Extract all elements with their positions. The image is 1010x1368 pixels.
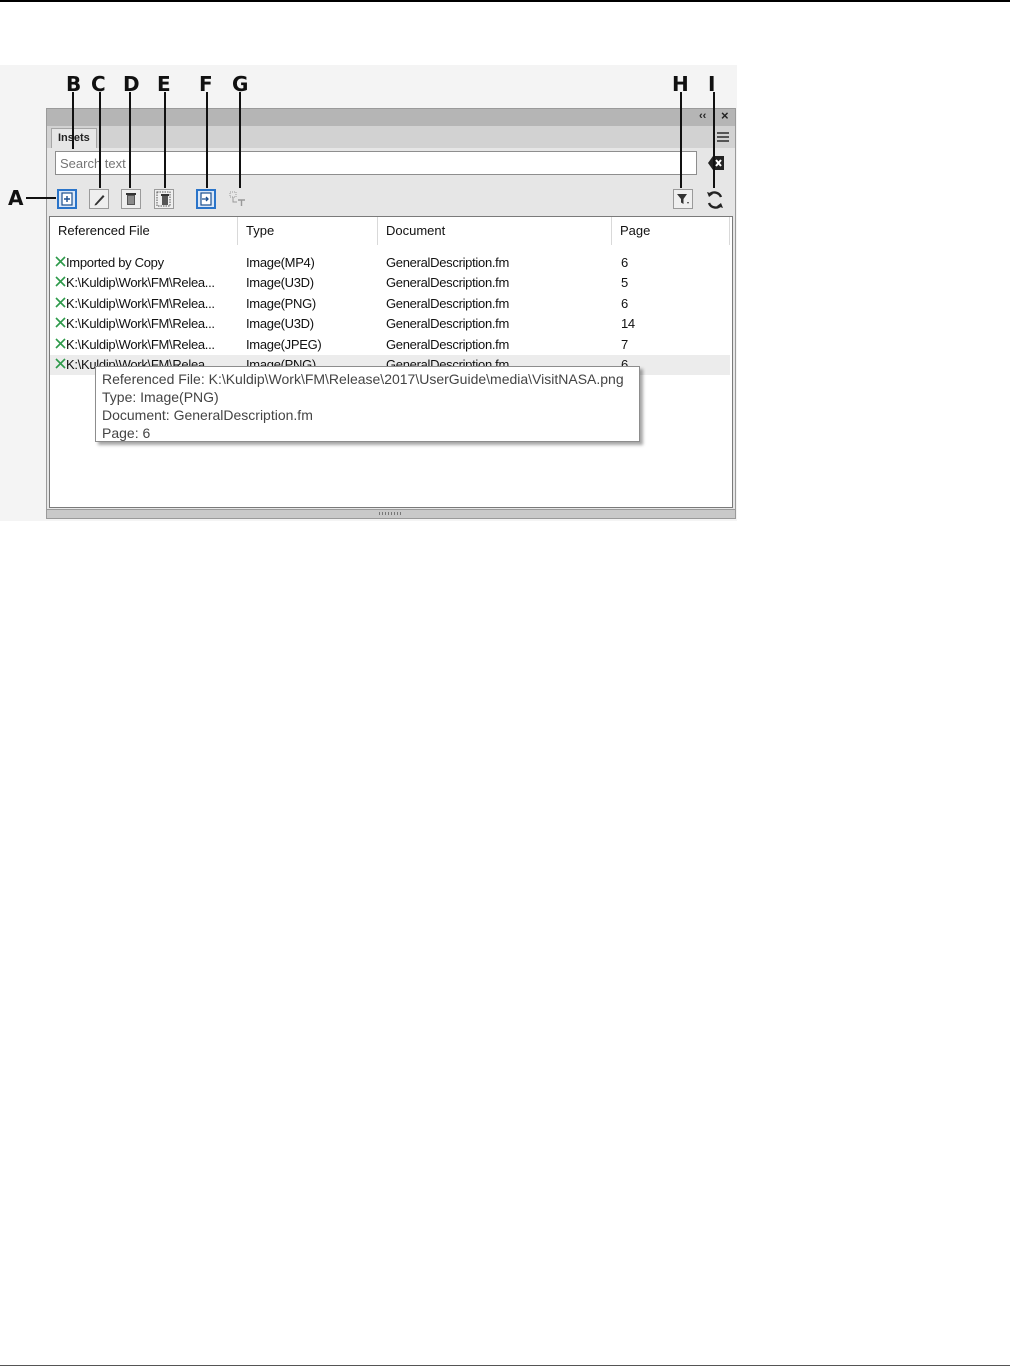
cell-page: 6: [621, 255, 628, 270]
leader-c: [99, 92, 101, 188]
tooltip-type: Type: Image(PNG): [102, 389, 219, 405]
cell-page: 5: [621, 275, 628, 291]
cell-file: K:\Kuldip\Work\FM\Relea...: [66, 316, 215, 332]
table-row[interactable]: Imported by Copy Image(MP4) GeneralDescrip…: [50, 253, 730, 273]
delete-icon[interactable]: [121, 189, 141, 209]
cell-page: 6: [621, 295, 628, 311]
edit-icon[interactable]: [89, 189, 109, 209]
cell-type: Image(U3D): [246, 275, 314, 291]
cell-type: Image(MP4): [246, 255, 315, 270]
collapse-button[interactable]: ‹‹: [699, 110, 706, 122]
delete-all-icon[interactable]: [154, 189, 174, 209]
cell-file: K:\Kuldip\Work\FM\Relea...: [66, 275, 215, 291]
cell-page: 14: [621, 316, 635, 332]
leader-e: [164, 92, 166, 188]
cell-document: GeneralDescription.fm: [386, 295, 510, 311]
table-row[interactable]: K:\Kuldip\Work\FM\Relea... Image(U3D) Gene…: [50, 273, 730, 293]
cell-file: K:\Kuldip\Work\FM\Relea...: [66, 336, 215, 352]
link-icon: [55, 297, 66, 308]
table-row[interactable]: K:\Kuldip\Work\FM\Relea... Image(JPEG) Gen…: [50, 335, 730, 355]
bottom-rule: [0, 1365, 1010, 1366]
leader-f: [206, 92, 208, 188]
cell-file: Imported by Copy: [66, 255, 164, 270]
table-row[interactable]: K:\Kuldip\Work\FM\Relea... Image(U3D) Gene…: [50, 314, 730, 334]
leader-b: [72, 92, 74, 149]
leader-i: [713, 92, 715, 188]
import-icon[interactable]: [196, 189, 216, 209]
leader-g: [239, 92, 241, 188]
cell-document: GeneralDescription.fm: [386, 275, 510, 291]
link-icon: [55, 358, 66, 369]
resize-grip[interactable]: [47, 509, 735, 518]
callout-d: D: [123, 72, 140, 96]
filter-icon[interactable]: [673, 189, 693, 209]
leader-h: [680, 92, 682, 188]
tooltip-page: Page: 6: [102, 425, 151, 441]
cell-document: GeneralDescription.fm: [386, 336, 510, 352]
refresh-icon[interactable]: [704, 189, 724, 209]
link-icon: [55, 317, 66, 328]
text-icon[interactable]: [228, 189, 248, 209]
search-input[interactable]: [55, 151, 697, 175]
leader-a: [26, 197, 56, 199]
add-inset-icon[interactable]: [57, 189, 77, 209]
callout-a: A: [8, 186, 24, 210]
tab-strip: Insets: [47, 126, 735, 148]
column-header-document[interactable]: Document: [378, 217, 612, 245]
link-icon: [55, 276, 66, 287]
column-header-page[interactable]: Page: [612, 217, 730, 245]
panel-titlebar: ‹‹ ×: [47, 108, 735, 127]
table-row[interactable]: K:\Kuldip\Work\FM\Relea... Image(PNG) Gene…: [50, 294, 730, 314]
cell-document: GeneralDescription.fm: [386, 255, 510, 270]
link-icon: [55, 338, 66, 349]
insets-list[interactable]: Referenced File Type Document Page Impor…: [49, 216, 733, 508]
close-icon[interactable]: ×: [721, 108, 729, 123]
cell-type: Image(PNG): [246, 295, 316, 311]
cell-type: Image(U3D): [246, 316, 314, 332]
column-header-referenced-file[interactable]: Referenced File: [50, 217, 238, 245]
tooltip: Referenced File: K:\Kuldip\Work\FM\Relea…: [95, 366, 640, 442]
panel-menu-icon[interactable]: [717, 132, 729, 142]
cell-page: 7: [621, 336, 628, 352]
tooltip-document: Document: GeneralDescription.fm: [102, 407, 313, 423]
cell-type: Image(JPEG): [246, 336, 322, 352]
tooltip-referenced-file: Referenced File: K:\Kuldip\Work\FM\Relea…: [102, 371, 624, 387]
link-icon: [55, 256, 66, 267]
leader-d: [129, 92, 131, 188]
clear-search-icon[interactable]: [706, 153, 726, 173]
cell-document: GeneralDescription.fm: [386, 316, 510, 332]
top-rule: [0, 0, 1010, 2]
cell-file: K:\Kuldip\Work\FM\Relea...: [66, 295, 215, 311]
insets-panel: ‹‹ × Insets Referenced File Type: [46, 108, 736, 519]
column-header-type[interactable]: Type: [238, 217, 378, 245]
